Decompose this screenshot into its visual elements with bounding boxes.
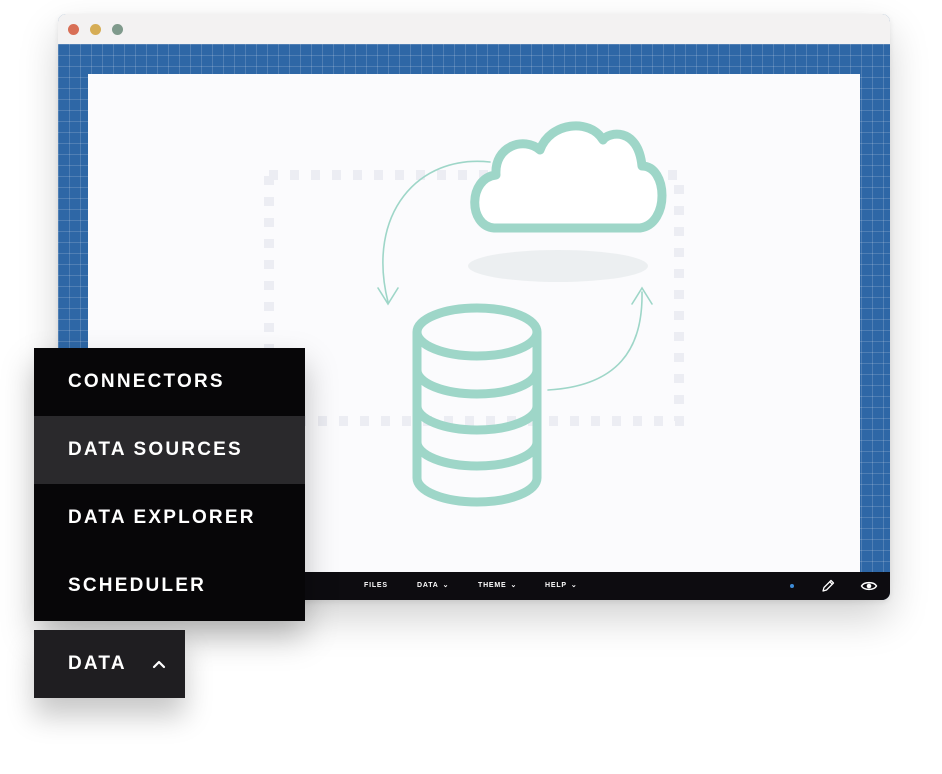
window-maximize-button[interactable] xyxy=(112,24,123,35)
menu-item-connectors[interactable]: CONNECTORS xyxy=(34,348,305,416)
menu-item-data-sources[interactable]: DATA SOURCES xyxy=(34,416,305,484)
menu-theme[interactable]: THEME ⌄ xyxy=(478,572,517,600)
data-menu-button[interactable]: DATA xyxy=(34,630,185,698)
window-titlebar xyxy=(58,14,890,44)
menu-data[interactable]: DATA ⌄ xyxy=(417,572,449,600)
chevron-down-icon: ⌄ xyxy=(570,582,578,589)
eye-icon[interactable] xyxy=(860,578,878,594)
chevron-down-icon: ⌄ xyxy=(442,582,450,589)
database-icon xyxy=(412,303,542,507)
menu-help[interactable]: HELP ⌄ xyxy=(545,572,578,600)
data-menu-button-label: DATA xyxy=(68,653,127,674)
pencil-icon[interactable] xyxy=(820,578,836,594)
window-minimize-button[interactable] xyxy=(90,24,101,35)
menu-item-scheduler[interactable]: SCHEDULER xyxy=(34,552,305,620)
chevron-down-icon: ⌄ xyxy=(510,582,518,589)
menu-files[interactable]: FILES xyxy=(364,572,388,600)
status-dot-icon xyxy=(790,584,794,588)
window-close-button[interactable] xyxy=(68,24,79,35)
data-dropdown-menu: CONNECTORS DATA SOURCES DATA EXPLORER SC… xyxy=(34,348,305,621)
cloud-icon xyxy=(468,121,667,282)
chevron-up-icon xyxy=(152,660,166,669)
menu-item-data-explorer[interactable]: DATA EXPLORER xyxy=(34,484,305,552)
